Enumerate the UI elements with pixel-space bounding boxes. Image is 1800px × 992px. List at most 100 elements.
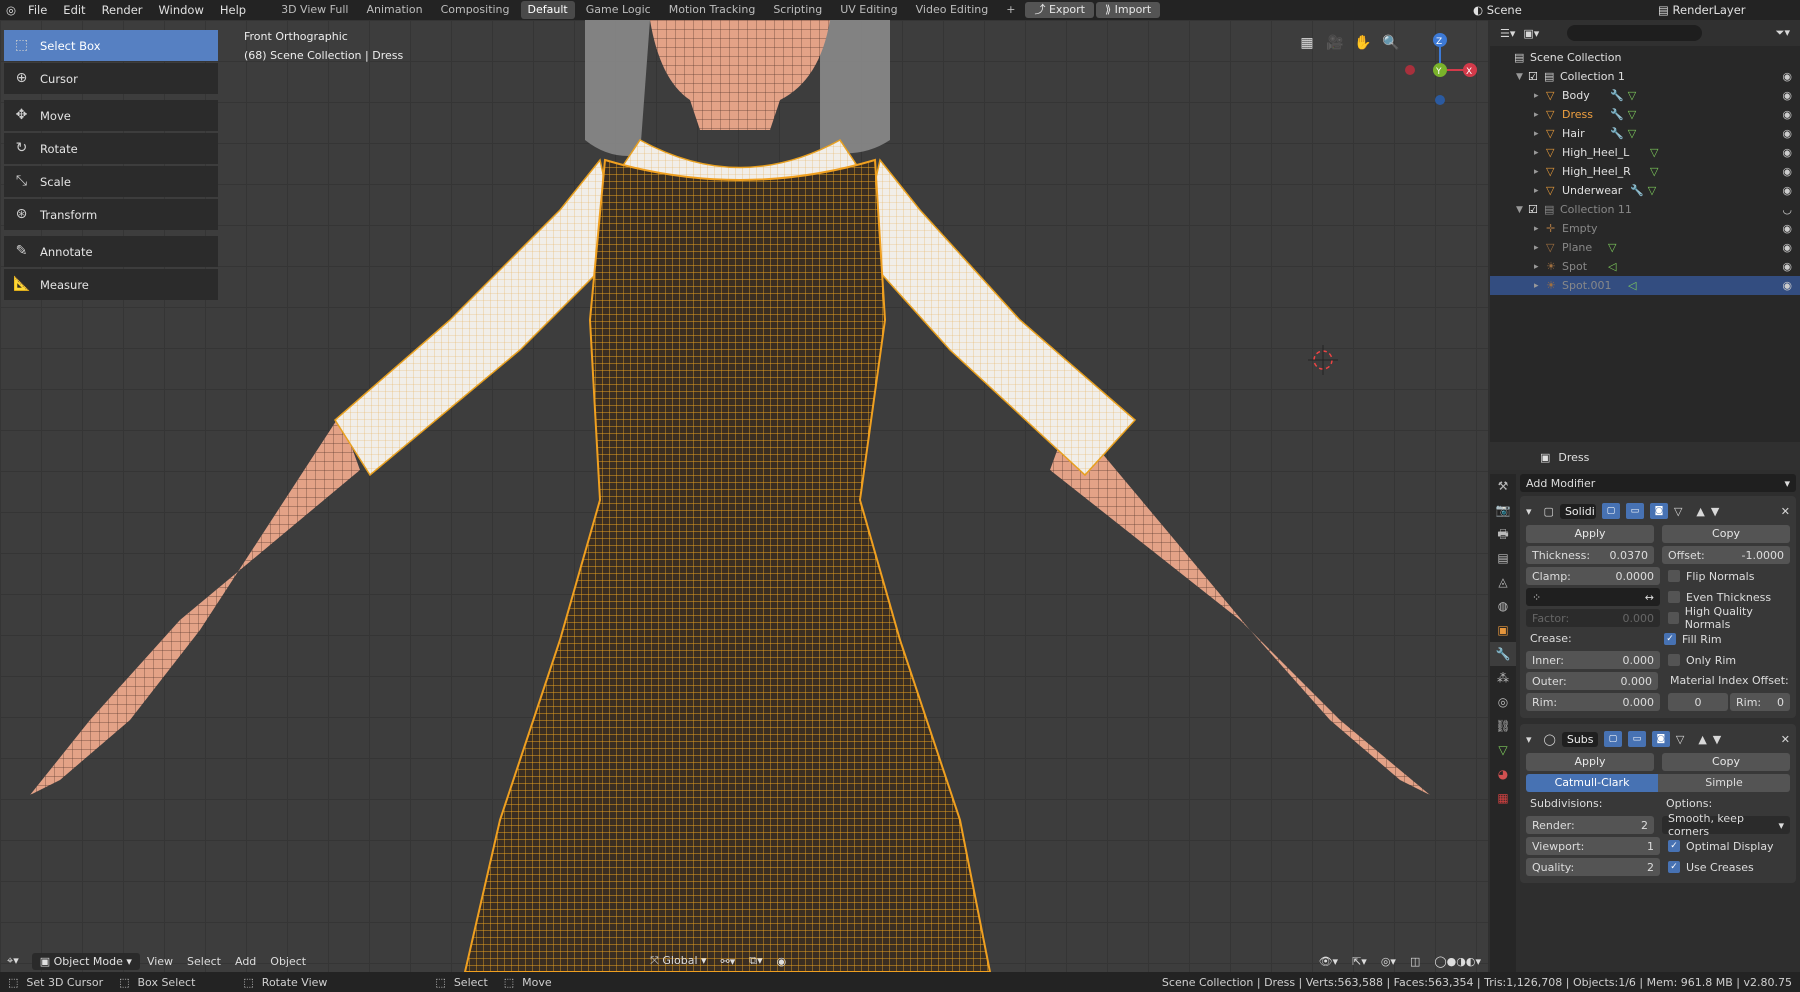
gizmo-toggle-icon[interactable]: ⇱▾ [1345, 955, 1374, 968]
workspace-tab[interactable]: Scripting [766, 1, 829, 19]
eye-icon[interactable]: ◉ [1782, 89, 1792, 102]
constraints-tab-icon[interactable]: ⛓ [1490, 714, 1516, 738]
tool-measure[interactable]: 📐 Measure [4, 269, 218, 300]
modifier-name-field[interactable]: Subs [1561, 731, 1598, 747]
material-offset-field[interactable]: 0 [1668, 693, 1728, 711]
eye-icon[interactable]: ◉ [1782, 241, 1792, 254]
workspace-tab[interactable]: Game Logic [579, 1, 658, 19]
outliner-item-underwear[interactable]: ▸ ▽ Underwear 🔧 ▽ ◉ [1490, 181, 1800, 200]
render-toggle-icon[interactable]: ◙ [1649, 503, 1668, 519]
tool-rotate[interactable]: ↻ Rotate [4, 133, 218, 164]
close-icon[interactable]: ✕ [1781, 505, 1790, 518]
display-mode-icon[interactable]: ▣▾ [1523, 27, 1539, 40]
eye-icon[interactable]: ◉ [1782, 108, 1792, 121]
outliner-item-spot[interactable]: ▸ ☀ Spot ◁ ◉ [1490, 257, 1800, 276]
outliner-item-spot-001[interactable]: ▸ ☀ Spot.001 ◁ ◉ [1490, 276, 1800, 295]
collection-row[interactable]: ▼ ☑ ▤ Collection 11 ◡ [1490, 200, 1800, 219]
tool-annotate[interactable]: ✎ Annotate [4, 236, 218, 267]
quality-field[interactable]: Quality: 2 [1526, 858, 1660, 876]
data-tab-icon[interactable]: ▽ [1490, 738, 1516, 762]
outliner-item-empty[interactable]: ▸ ✛ Empty ◉ [1490, 219, 1800, 238]
orientation-dropdown[interactable]: ⤧ Global ▾ [643, 954, 713, 968]
workspace-tab[interactable]: Video Editing [909, 1, 996, 19]
move-up-icon[interactable]: ▲ [1696, 505, 1704, 518]
editor-type-icon[interactable]: ⌖▾ [0, 954, 26, 968]
outliner-item-heel-r[interactable]: ▸ ▽ High_Heel_R ▽ ◉ [1490, 162, 1800, 181]
eye-icon[interactable]: ◉ [1782, 146, 1792, 159]
world-tab-icon[interactable]: ◍ [1490, 594, 1516, 618]
output-tab-icon[interactable]: 🖶 [1490, 522, 1516, 546]
even-thickness-checkbox[interactable]: Even Thickness [1668, 588, 1790, 606]
shading-modes-icon[interactable]: ◯●◑◐▾ [1427, 955, 1488, 968]
workspace-tab[interactable]: Default [520, 1, 575, 19]
eye-icon[interactable]: ◉ [1782, 127, 1792, 140]
clamp-field[interactable]: Clamp: 0.0000 [1526, 567, 1660, 585]
inner-crease-field[interactable]: Inner: 0.000 [1526, 651, 1660, 669]
camera-view-icon[interactable]: 🎥 [1324, 32, 1346, 54]
zoom-view-icon[interactable]: 🔍 [1380, 32, 1402, 54]
eye-icon[interactable]: ◉ [1782, 184, 1792, 197]
particles-tab-icon[interactable]: ⁂ [1490, 666, 1516, 690]
hq-normals-checkbox[interactable]: High Quality Normals [1668, 605, 1790, 631]
workspace-tab[interactable]: Motion Tracking [662, 1, 763, 19]
render-layer-selector[interactable]: ▤ RenderLayer [1650, 0, 1800, 20]
outliner-item-dress[interactable]: ▸ ▽ Dress 🔧 ▽ ◉ [1490, 105, 1800, 124]
grid-toggle-icon[interactable]: ▦ [1296, 32, 1318, 54]
menu-help[interactable]: Help [212, 0, 254, 20]
import-button[interactable]: ⟫ Import [1096, 2, 1161, 18]
outliner-item-body[interactable]: ▸ ▽ Body 🔧 ▽ ◉ [1490, 86, 1800, 105]
outliner-editor-icon[interactable]: ☰▾ [1500, 27, 1515, 40]
copy-button[interactable]: Copy [1662, 753, 1790, 771]
editmode-toggle-icon[interactable]: ▢ [1601, 503, 1620, 519]
tool-scale[interactable]: ⤡ Scale [4, 166, 218, 197]
on-cage-icon[interactable]: ▽ [1674, 505, 1682, 518]
outliner-item-hair[interactable]: ▸ ▽ Hair 🔧 ▽ ◉ [1490, 124, 1800, 143]
scene-selector[interactable]: ◐ Scene [1465, 0, 1650, 20]
outer-crease-field[interactable]: Outer: 0.000 [1526, 672, 1658, 690]
collection-row[interactable]: ▼ ☑ ▤ Collection 1 ◉ [1490, 67, 1800, 86]
copy-button[interactable]: Copy [1662, 525, 1790, 543]
physics-tab-icon[interactable]: ◎ [1490, 690, 1516, 714]
eye-icon[interactable]: ◉ [1782, 260, 1792, 273]
view-layer-tab-icon[interactable]: ▤ [1490, 546, 1516, 570]
editmode-toggle-icon[interactable]: ▢ [1603, 731, 1622, 747]
proportional-edit-icon[interactable]: ◉ [770, 955, 794, 968]
3d-viewport[interactable]: ⬚ Select Box ⊕ Cursor ✥ Move ↻ Rotate ⤡ Scale… [0, 20, 1488, 972]
catmull-clark-button[interactable]: Catmull-Clark [1526, 774, 1658, 792]
menu-file[interactable]: File [20, 0, 55, 20]
pan-view-icon[interactable]: ✋ [1352, 32, 1374, 54]
expand-icon[interactable]: ▼ [1516, 205, 1528, 215]
vertex-group-field[interactable]: ⁘ ↔ [1526, 588, 1660, 606]
material-rim-field[interactable]: Rim: 0 [1730, 693, 1790, 711]
menu-render[interactable]: Render [94, 0, 151, 20]
thickness-field[interactable]: Thickness: 0.0370 [1526, 546, 1654, 564]
eye-icon[interactable]: ◉ [1782, 279, 1792, 292]
eye-hidden-icon[interactable]: ◡ [1782, 203, 1792, 216]
menu-select[interactable]: Select [180, 955, 228, 968]
tool-tab-icon[interactable]: ⚒ [1490, 474, 1516, 498]
export-button[interactable]: ⤴ Export [1025, 2, 1094, 18]
menu-add[interactable]: Add [228, 955, 263, 968]
apply-button[interactable]: Apply [1526, 753, 1654, 771]
move-up-icon[interactable]: ▲ [1698, 733, 1706, 746]
uv-smooth-dropdown[interactable]: Smooth, keep corners ▾ [1662, 812, 1790, 838]
modifier-name-field[interactable]: Solidi [1559, 503, 1596, 519]
move-down-icon[interactable]: ▼ [1713, 733, 1721, 746]
render-tab-icon[interactable]: 📷 [1490, 498, 1516, 522]
add-workspace-icon[interactable]: + [999, 1, 1022, 19]
flip-normals-checkbox[interactable]: Flip Normals [1668, 567, 1790, 585]
rim-crease-field[interactable]: Rim: 0.000 [1526, 693, 1660, 711]
workspace-tab[interactable]: Compositing [434, 1, 517, 19]
snap-icon[interactable]: ⧉▾ [742, 954, 769, 968]
tool-move[interactable]: ✥ Move [4, 100, 218, 131]
outliner-item-heel-l[interactable]: ▸ ▽ High_Heel_L ▽ ◉ [1490, 143, 1800, 162]
fill-rim-checkbox[interactable]: ✓ Fill Rim [1664, 630, 1790, 648]
use-creases-checkbox[interactable]: ✓ Use Creases [1668, 858, 1790, 876]
material-tab-icon[interactable]: ◕ [1490, 762, 1516, 786]
workspace-tab[interactable]: 3D View Full [274, 1, 355, 19]
optimal-display-checkbox[interactable]: ✓ Optimal Display [1668, 837, 1790, 855]
tool-select-box[interactable]: ⬚ Select Box [4, 30, 218, 61]
collapse-icon[interactable]: ▾ [1526, 505, 1532, 518]
object-tab-icon[interactable]: ▣ [1490, 618, 1516, 642]
workspace-tab[interactable]: UV Editing [833, 1, 904, 19]
